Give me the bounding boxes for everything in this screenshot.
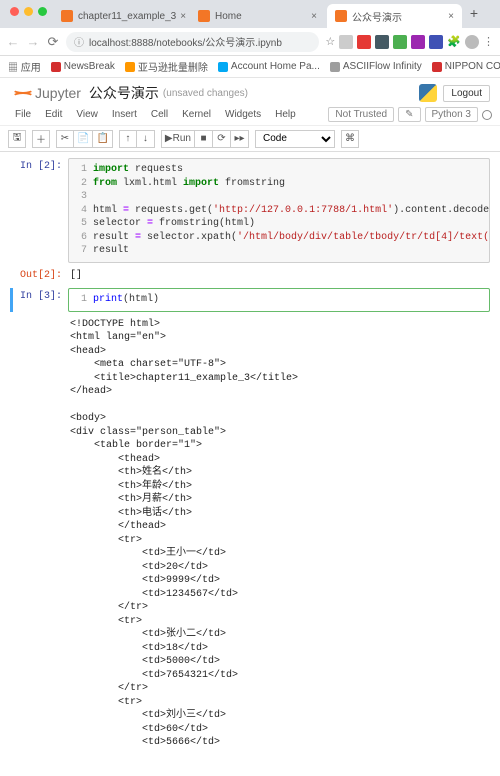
menu-view[interactable]: View: [69, 109, 105, 120]
tab-title: Home: [215, 11, 242, 22]
browser-tab-active[interactable]: 公众号演示 ×: [327, 4, 462, 28]
close-tab-icon[interactable]: ×: [307, 11, 317, 22]
jupyter-favicon-icon: [61, 10, 73, 22]
output-cell: Out[2]: []: [10, 267, 490, 285]
window-controls: [6, 7, 53, 22]
bookmark-item[interactable]: 亚马逊批量删除: [125, 59, 208, 74]
restart-run-button[interactable]: ▸▸: [231, 130, 249, 148]
menu-bar: File Edit View Insert Cell Kernel Widget…: [0, 104, 500, 126]
bookmark-item[interactable]: NewsBreak: [51, 61, 115, 72]
move-down-button[interactable]: ↓: [137, 130, 155, 148]
toolbar: 🖫 ＋ ✂ 📄 📋 ↑ ↓ ▶ Run ■ ⟳ ▸▸ Code ⌘: [0, 126, 500, 152]
cut-button[interactable]: ✂: [56, 130, 74, 148]
trust-indicator[interactable]: Not Trusted: [328, 107, 394, 122]
extension-icons: ☆ 🧩 ⋮: [325, 35, 494, 49]
output-prompt: [10, 316, 68, 752]
jupyter-logo-text: Jupyter: [35, 85, 81, 101]
ext-icon[interactable]: [393, 35, 407, 49]
address-bar: ← → ⟳ ⓘ localhost:8888/notebooks/公众号演示.i…: [0, 28, 500, 56]
ext-icon[interactable]: [429, 35, 443, 49]
cell-type-select[interactable]: Code: [255, 130, 335, 148]
browser-tab[interactable]: Home ×: [190, 4, 325, 28]
close-tab-icon[interactable]: ×: [176, 11, 186, 22]
menu-widgets[interactable]: Widgets: [218, 109, 268, 120]
input-prompt: In [2]:: [10, 158, 68, 263]
input-prompt: In [3]:: [10, 288, 68, 312]
tab-strip: chapter11_example_3 × Home × 公众号演示 × +: [0, 0, 500, 28]
output-text: <!DOCTYPE html> <html lang="en"> <head> …: [68, 316, 490, 752]
output-text: []: [68, 267, 490, 285]
restart-button[interactable]: ⟳: [213, 130, 231, 148]
python-logo-icon: [419, 84, 437, 102]
menu-kernel[interactable]: Kernel: [175, 109, 218, 120]
add-cell-button[interactable]: ＋: [32, 130, 50, 148]
menu-help[interactable]: Help: [268, 109, 303, 120]
interrupt-button[interactable]: ■: [195, 130, 213, 148]
bookmark-item[interactable]: Account Home Pa...: [218, 61, 320, 72]
output-cell: <!DOCTYPE html> <html lang="en"> <head> …: [10, 316, 490, 752]
browser-tab[interactable]: chapter11_example_3 ×: [53, 4, 188, 28]
notebook-container: In [2]: 1import requests 2from lxml.html…: [0, 152, 500, 776]
jupyter-header: Jupyter 公众号演示 (unsaved changes) Logout: [0, 78, 500, 104]
save-button[interactable]: 🖫: [8, 130, 26, 148]
code-editor[interactable]: 1import requests 2from lxml.html import …: [68, 158, 490, 263]
star-icon[interactable]: ☆: [325, 35, 335, 49]
copy-button[interactable]: 📄: [74, 130, 93, 148]
ext-icon[interactable]: [357, 35, 371, 49]
jupyter-logo[interactable]: Jupyter: [10, 82, 81, 104]
close-window-icon[interactable]: [10, 7, 19, 16]
puzzle-icon[interactable]: 🧩: [447, 35, 461, 49]
menu-insert[interactable]: Insert: [105, 109, 144, 120]
ext-icon[interactable]: [339, 35, 353, 49]
code-editor[interactable]: 1print(html): [68, 288, 490, 312]
move-up-button[interactable]: ↑: [119, 130, 137, 148]
back-button[interactable]: ←: [6, 34, 20, 49]
ext-icon[interactable]: [411, 35, 425, 49]
menu-icon[interactable]: ⋮: [483, 35, 494, 49]
notebook-name[interactable]: 公众号演示: [89, 83, 159, 103]
menu-edit[interactable]: Edit: [38, 109, 69, 120]
bookmark-item[interactable]: ASCIIFlow Infinity: [330, 61, 422, 72]
jupyter-favicon-icon: [198, 10, 210, 22]
url-text: localhost:8888/notebooks/公众号演示.ipynb: [89, 34, 282, 49]
browser-chrome: chapter11_example_3 × Home × 公众号演示 × +: [0, 0, 500, 28]
close-tab-icon[interactable]: ×: [444, 11, 454, 22]
logout-button[interactable]: Logout: [443, 85, 490, 102]
apps-button[interactable]: ▦ 应用: [8, 59, 41, 74]
kernel-status-icon: [482, 110, 492, 120]
run-button[interactable]: ▶ Run: [161, 130, 195, 148]
code-cell[interactable]: In [2]: 1import requests 2from lxml.html…: [10, 158, 490, 263]
tab-title: 公众号演示: [352, 9, 402, 24]
profile-icon[interactable]: [465, 35, 479, 49]
forward-button[interactable]: →: [26, 34, 40, 49]
kernel-name[interactable]: Python 3: [425, 107, 478, 122]
menu-cell[interactable]: Cell: [144, 109, 175, 120]
site-info-icon[interactable]: ⓘ: [74, 34, 84, 49]
output-prompt: Out[2]:: [10, 267, 68, 285]
reload-button[interactable]: ⟳: [46, 34, 60, 50]
save-status: (unsaved changes): [163, 88, 248, 99]
bookmark-item[interactable]: NIPPON COLORS...: [432, 61, 500, 72]
jupyter-favicon-icon: [335, 10, 347, 22]
minimize-window-icon[interactable]: [24, 7, 33, 16]
ext-icon[interactable]: [375, 35, 389, 49]
tab-title: chapter11_example_3: [78, 11, 176, 22]
bookmarks-bar: ▦ 应用 NewsBreak 亚马逊批量删除 Account Home Pa..…: [0, 56, 500, 78]
code-cell-selected[interactable]: In [3]: 1print(html): [10, 288, 490, 312]
new-tab-button[interactable]: +: [464, 5, 484, 23]
maximize-window-icon[interactable]: [38, 7, 47, 16]
edit-mode-icon[interactable]: ✎: [398, 107, 420, 122]
paste-button[interactable]: 📋: [93, 130, 112, 148]
menu-file[interactable]: File: [8, 109, 38, 120]
command-palette-button[interactable]: ⌘: [341, 130, 359, 148]
url-input[interactable]: ⓘ localhost:8888/notebooks/公众号演示.ipynb: [66, 32, 319, 52]
jupyter-logo-icon: [10, 82, 32, 104]
